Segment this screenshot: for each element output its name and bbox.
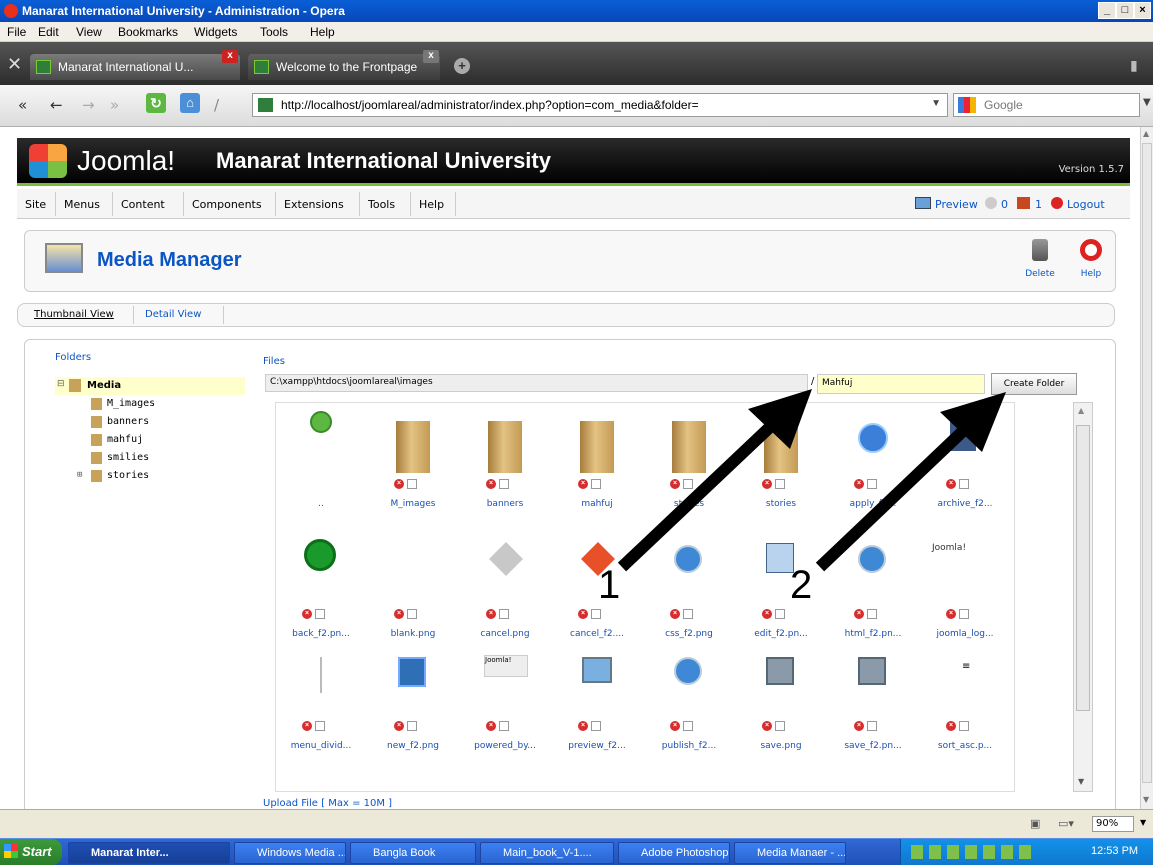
taskbar-label: Bangla Book: [373, 847, 436, 859]
edit-icon[interactable]: /: [214, 96, 219, 114]
menu-arrow-icon[interactable]: ▼: [1143, 97, 1151, 108]
close-tab-icon[interactable]: x: [222, 50, 238, 63]
annotation-label-1: 1: [598, 563, 621, 607]
taskbar-label: Manarat Inter...: [91, 847, 169, 859]
taskbar-label: Main_book_V-1....: [503, 847, 592, 859]
url-text: http://localhost/joomlareal/administrato…: [281, 98, 699, 112]
menu-bookmarks[interactable]: Bookmarks: [118, 25, 178, 39]
scroll-up-icon[interactable]: ▲: [1143, 129, 1149, 138]
reload-icon[interactable]: ↻: [146, 93, 166, 113]
search-field[interactable]: Google: [953, 93, 1140, 117]
clock: 12:53 PM: [1091, 845, 1139, 857]
menu-tools[interactable]: Tools: [260, 25, 288, 39]
windows-taskbar: Start Manarat Inter... Windows Media ...…: [0, 838, 1153, 865]
scroll-thumb[interactable]: [1142, 143, 1152, 783]
zoom-dropdown-icon[interactable]: ▼: [1140, 818, 1146, 827]
rewind-icon[interactable]: «: [18, 96, 27, 114]
view-icon[interactable]: ▣: [1030, 817, 1040, 830]
taskbar-item-photoshop[interactable]: Adobe Photoshop: [618, 842, 730, 864]
google-icon: [958, 97, 976, 113]
joomla-favicon-icon: [254, 60, 269, 74]
menubar: File Edit View Bookmarks Widgets Tools H…: [0, 22, 1153, 42]
taskbar-label: Media Manaer - ...: [757, 847, 846, 859]
annotation-label-2: 2: [790, 563, 813, 607]
tab-manarat[interactable]: Manarat International U... x: [30, 50, 240, 80]
menu-edit[interactable]: Edit: [38, 25, 59, 39]
system-tray: 12:53 PM: [900, 839, 1153, 865]
new-tab-icon[interactable]: +: [454, 58, 470, 74]
taskbar-item-opera[interactable]: Manarat Inter...: [68, 842, 230, 864]
arrow-2-shaft: [815, 427, 967, 572]
opera-icon: [4, 4, 18, 18]
zoom-field[interactable]: 90%: [1092, 816, 1134, 832]
search-placeholder: Google: [984, 98, 1023, 112]
page-viewport: Joomla! Manarat International University…: [0, 127, 1140, 809]
taskbar-label: Adobe Photoshop: [641, 847, 729, 859]
dropdown-icon[interactable]: ▼: [931, 98, 941, 109]
joomla-favicon-icon: [258, 98, 273, 112]
start-label: Start: [22, 844, 52, 859]
taskbar-label: Windows Media ...: [257, 847, 346, 859]
display-icon[interactable]: ▭▾: [1058, 817, 1074, 830]
tab-label: Manarat International U...: [58, 60, 194, 74]
back-icon[interactable]: ←: [50, 96, 63, 114]
close-tab-icon[interactable]: x: [423, 50, 439, 63]
navigation-bar: « ← → » ↻ ⌂ / http://localhost/joomlarea…: [0, 85, 1153, 127]
taskbar-item-bangla[interactable]: Bangla Book: [350, 842, 476, 864]
taskbar-item-media[interactable]: Windows Media ...: [234, 842, 346, 864]
forward-icon[interactable]: →: [82, 96, 95, 114]
tools-icon[interactable]: ✕: [7, 54, 22, 75]
tab-frontpage[interactable]: Welcome to the Frontpage x: [248, 50, 440, 80]
taskbar-item-word[interactable]: Main_book_V-1....: [480, 842, 614, 864]
tab-bar: ✕ Manarat International U... x Welcome t…: [0, 42, 1153, 85]
minimize-button[interactable]: _: [1098, 2, 1116, 19]
taskbar-item-media-manager[interactable]: Media Manaer - ...: [734, 842, 846, 864]
tray-icons[interactable]: [911, 845, 1031, 859]
window-titlebar: Manarat International University - Admin…: [0, 0, 1153, 22]
fastforward-icon[interactable]: »: [110, 96, 119, 114]
scroll-down-icon[interactable]: ▼: [1143, 795, 1149, 804]
close-button[interactable]: ×: [1134, 2, 1151, 19]
menu-widgets[interactable]: Widgets: [194, 25, 237, 39]
window-title: Manarat International University - Admin…: [22, 4, 345, 18]
arrow-1-shaft: [617, 422, 775, 572]
menu-file[interactable]: File: [7, 25, 26, 39]
page-scrollbar[interactable]: ▲ ▼: [1140, 127, 1153, 809]
trash-icon[interactable]: ▮: [1130, 58, 1138, 74]
maximize-button[interactable]: □: [1116, 2, 1134, 19]
address-bar[interactable]: http://localhost/joomlareal/administrato…: [252, 93, 948, 117]
menu-view[interactable]: View: [76, 25, 102, 39]
menu-help[interactable]: Help: [310, 25, 335, 39]
start-button[interactable]: Start: [0, 839, 62, 865]
status-bar: ▣ ▭▾ 90% ▼: [0, 809, 1153, 838]
tab-label: Welcome to the Frontpage: [276, 60, 418, 74]
annotation-arrows: [617, 389, 1006, 572]
windows-logo-icon: [4, 844, 18, 858]
joomla-favicon-icon: [36, 60, 51, 74]
home-icon[interactable]: ⌂: [180, 93, 200, 113]
